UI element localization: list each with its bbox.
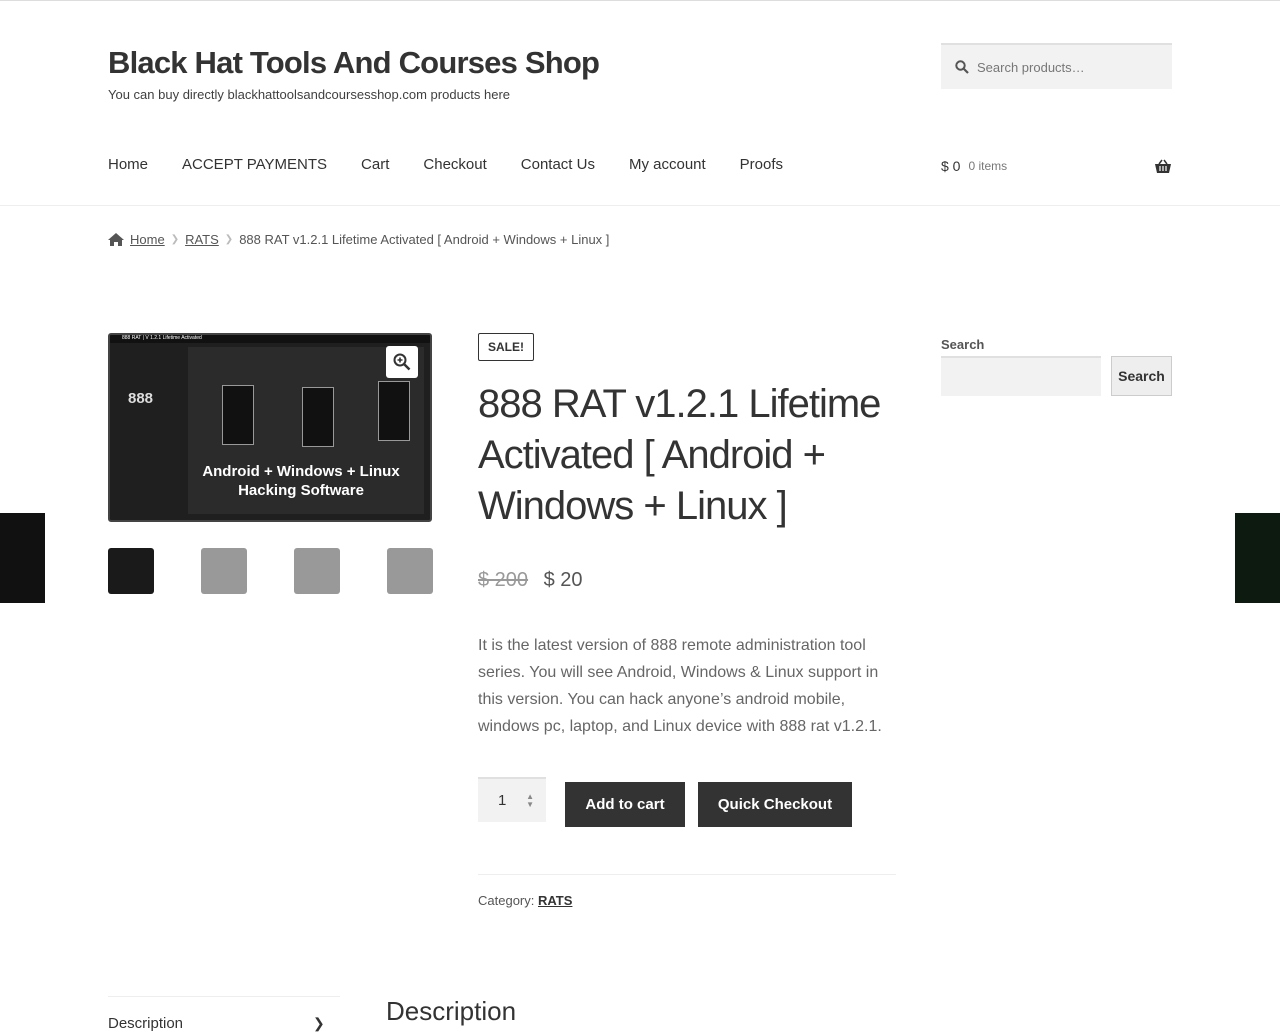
add-to-cart-button[interactable]: Add to cart bbox=[565, 782, 685, 827]
gallery-thumb[interactable] bbox=[108, 548, 154, 594]
zoom-button[interactable] bbox=[386, 346, 418, 378]
gallery-thumb[interactable] bbox=[294, 548, 340, 594]
quantity-stepper[interactable]: 1 ▲ ▼ bbox=[478, 777, 546, 822]
nav-proofs[interactable]: Proofs bbox=[740, 156, 783, 173]
nav-my-account[interactable]: My account bbox=[629, 156, 706, 173]
sale-badge: SALE! bbox=[478, 333, 534, 361]
old-price: $ 200 bbox=[478, 569, 529, 591]
quick-checkout-button[interactable]: Quick Checkout bbox=[698, 782, 852, 827]
site-tagline: You can buy directly blackhattoolsandcou… bbox=[108, 87, 511, 102]
gallery-thumb[interactable] bbox=[201, 548, 247, 594]
product-main-image[interactable]: 888 RAT | V 1.2.1 Lifetime Activated 888… bbox=[108, 333, 432, 522]
quantity-value: 1 bbox=[498, 792, 507, 809]
image-menu bbox=[378, 381, 410, 441]
product-title: 888 RAT v1.2.1 Lifetime Activated [ Andr… bbox=[478, 382, 881, 528]
product-meta: Category: RATS bbox=[478, 893, 572, 908]
image-title: 888 RAT | V 1.2.1 Lifetime Activated bbox=[110, 335, 430, 343]
site-title[interactable]: Black Hat Tools And Courses Shop bbox=[108, 45, 600, 81]
home-icon bbox=[108, 233, 124, 246]
description-heading: Description bbox=[386, 996, 517, 1026]
search-widget-label: Search bbox=[941, 337, 985, 352]
image-logo: 888 bbox=[128, 390, 154, 407]
search-icon bbox=[955, 60, 969, 74]
product-price: $ 200 $ 20 bbox=[478, 569, 583, 592]
image-menu bbox=[222, 385, 254, 445]
nav-home[interactable]: Home bbox=[108, 156, 148, 173]
nav-accept-payments[interactable]: ACCEPT PAYMENTS bbox=[182, 156, 327, 173]
breadcrumb-current: 888 RAT v1.2.1 Lifetime Activated [ Andr… bbox=[239, 232, 610, 247]
prev-product-thumbnail[interactable] bbox=[0, 513, 45, 603]
breadcrumb-separator: ❯ bbox=[170, 234, 180, 245]
magnify-plus-icon bbox=[393, 353, 411, 371]
nav-contact-us[interactable]: Contact Us bbox=[521, 156, 595, 173]
nav-checkout[interactable]: Checkout bbox=[423, 156, 486, 173]
search-placeholder: Search products… bbox=[977, 59, 1085, 75]
breadcrumb-home[interactable]: Home bbox=[130, 232, 165, 247]
sale-price: $ 20 bbox=[543, 569, 583, 591]
product-search-input[interactable]: Search products… bbox=[941, 43, 1172, 89]
cart-amount: $ 0 bbox=[941, 158, 961, 174]
breadcrumb-separator: ❯ bbox=[224, 234, 234, 245]
header-cart[interactable]: $ 0 0 items bbox=[941, 158, 1172, 174]
category-link[interactable]: RATS bbox=[538, 893, 572, 908]
search-widget-button[interactable]: Search bbox=[1111, 356, 1172, 396]
gallery-thumbnails bbox=[108, 548, 433, 594]
tabs-divider bbox=[108, 996, 340, 997]
image-caption: Android + Windows + Linux Hacking Softwa… bbox=[202, 463, 400, 499]
breadcrumb: Home ❯ RATS ❯ 888 RAT v1.2.1 Lifetime Ac… bbox=[108, 232, 609, 247]
spinner-arrows-icon[interactable]: ▲ ▼ bbox=[526, 793, 534, 809]
meta-divider bbox=[478, 874, 896, 875]
category-label: Category: bbox=[478, 893, 535, 908]
nav-cart[interactable]: Cart bbox=[361, 156, 389, 173]
next-product-thumbnail[interactable] bbox=[1235, 513, 1280, 603]
image-menu bbox=[302, 387, 334, 447]
gallery-thumb[interactable] bbox=[387, 548, 433, 594]
product-short-description: It is the latest version of 888 remote a… bbox=[478, 637, 882, 735]
cart-count: 0 items bbox=[968, 159, 1008, 173]
basket-icon bbox=[1155, 159, 1171, 173]
primary-nav: Home ACCEPT PAYMENTS Cart Checkout Conta… bbox=[108, 156, 817, 173]
search-widget-input[interactable] bbox=[941, 356, 1101, 396]
breadcrumb-category[interactable]: RATS bbox=[185, 232, 219, 247]
header-divider bbox=[0, 205, 1280, 206]
